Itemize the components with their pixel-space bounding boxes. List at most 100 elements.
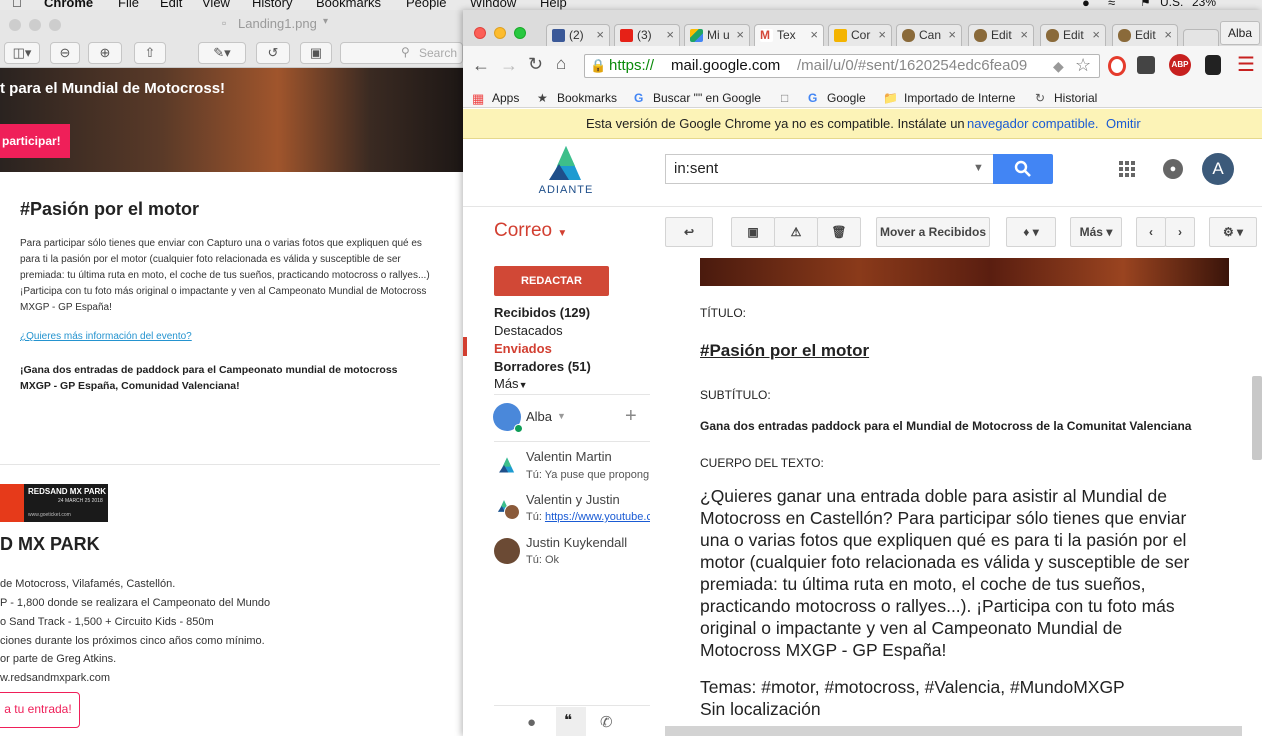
menu-view[interactable]: View (202, 0, 230, 10)
adiante-logo[interactable]: ADIANTE (535, 144, 597, 196)
tab-edit-1[interactable]: Edit × (968, 24, 1034, 46)
close-tab-icon[interactable]: × (810, 25, 818, 45)
skype-icon[interactable]: ● (1082, 0, 1090, 10)
get-ticket-button[interactable]: a tu entrada! (0, 692, 80, 728)
new-conversation-plus-icon[interactable]: + (625, 405, 637, 428)
sidebar-toggle-button[interactable]: ◫▾ (4, 42, 40, 64)
translate-icon[interactable]: ◆ (1053, 55, 1064, 77)
title-chevron-icon[interactable]: ▾ (323, 16, 328, 27)
close-tab-icon[interactable]: × (596, 25, 604, 45)
nav-inbox[interactable]: Recibidos (129) (494, 305, 590, 320)
banner-participate-button[interactable]: participar! (0, 124, 70, 158)
move-to-inbox-button[interactable]: Mover a Recibidos (876, 217, 990, 247)
close-tab-icon[interactable]: × (948, 25, 956, 45)
contacts-person-icon[interactable]: ● (527, 714, 536, 731)
tab-slides[interactable]: Cor × (828, 24, 892, 46)
status-chevron-icon[interactable]: ▼ (557, 411, 566, 421)
address-bar[interactable]: 🔒 https:// mail.google.com /mail/u/0/#se… (584, 54, 1100, 78)
close-tab-icon[interactable]: × (1164, 25, 1172, 45)
tab-gmail-active[interactable]: M Tex × (754, 24, 824, 46)
labels-button[interactable]: ♦ ▾ (1006, 217, 1056, 247)
new-tab-button[interactable] (1183, 29, 1219, 46)
minimize-window-button[interactable] (494, 27, 506, 39)
youtube-link[interactable]: https://www.youtube.c (545, 511, 650, 523)
close-tab-icon[interactable]: × (736, 25, 744, 45)
tab-facebook[interactable]: (2) × (546, 24, 610, 46)
toolbox-button[interactable]: ▣ (300, 42, 332, 64)
horizontal-scrollbar[interactable] (665, 726, 1242, 736)
bookmark-search-google[interactable]: Buscar "" en Google (653, 91, 761, 105)
google-apps-grid-icon[interactable] (1119, 161, 1135, 177)
hangouts-user-name[interactable]: Alba (526, 409, 552, 424)
menu-people[interactable]: People (406, 0, 446, 10)
older-button[interactable]: › (1165, 217, 1195, 247)
menu-bookmarks[interactable]: Bookmarks (316, 0, 381, 10)
tab-edit-3[interactable]: Edit × (1112, 24, 1178, 46)
bookmark-apps[interactable]: Apps (492, 91, 519, 105)
archive-button[interactable]: ▣ (731, 217, 775, 247)
zoom-out-button[interactable]: ⊖ (50, 42, 80, 64)
delete-button[interactable]: 🗑 (817, 217, 861, 247)
more-actions-button[interactable]: Más ▾ (1070, 217, 1122, 247)
bookmark-imported-folder[interactable]: Importado de Interne (904, 91, 1015, 105)
menu-file[interactable]: File (118, 0, 139, 10)
tab-youtube[interactable]: (3) × (614, 24, 680, 46)
infobar-compatible-link[interactable]: navegador compatible. (967, 116, 1099, 131)
infobar-dismiss-link[interactable]: Omitir (1106, 116, 1141, 131)
hangouts-tab-active[interactable]: ❝ (556, 707, 586, 736)
report-spam-button[interactable]: ⚠ (774, 217, 818, 247)
back-icon[interactable]: ← (472, 55, 490, 76)
menu-help[interactable]: Help (540, 0, 567, 10)
markup-button[interactable]: ✎▾ (198, 42, 246, 64)
apple-icon[interactable]:  (12, 0, 22, 10)
account-avatar[interactable]: A (1202, 153, 1234, 185)
close-tab-icon[interactable]: × (666, 25, 674, 45)
opera-extension-icon[interactable] (1108, 56, 1126, 76)
close-tab-icon[interactable]: × (1092, 25, 1100, 45)
more-info-link[interactable]: ¿Quieres más información del evento? (20, 331, 192, 342)
tab-edit-2[interactable]: Edit × (1040, 24, 1106, 46)
tab-capturo[interactable]: Can × (896, 24, 962, 46)
owl-extension-icon[interactable] (1205, 55, 1221, 75)
menu-history[interactable]: History (252, 0, 292, 10)
mail-app-switcher[interactable]: Correo ▼ (494, 220, 567, 242)
minimize-window-button[interactable] (29, 19, 41, 31)
search-options-chevron-icon[interactable]: ▼ (973, 162, 984, 174)
menu-window[interactable]: Window (470, 0, 516, 10)
zoom-window-button[interactable] (514, 27, 526, 39)
nav-sent[interactable]: Enviados (494, 341, 552, 356)
compose-button[interactable]: REDACTAR (494, 266, 609, 296)
phone-icon[interactable]: ✆ (600, 713, 613, 731)
close-window-button[interactable] (9, 19, 21, 31)
nav-more[interactable]: Más▼ (494, 376, 527, 391)
reload-icon[interactable]: ↻ (528, 54, 543, 75)
preview-search-field[interactable]: ⚲ Search (340, 42, 463, 64)
mail-search-input[interactable]: in:sent ▼ (665, 154, 993, 184)
adblock-plus-icon[interactable]: ABP (1169, 54, 1191, 76)
profile-button[interactable]: Alba (1220, 21, 1260, 45)
battery-percentage[interactable]: 23% (1192, 0, 1216, 9)
share-button[interactable]: ⇧ (134, 42, 166, 64)
nav-starred[interactable]: Destacados (494, 323, 563, 338)
wifi-icon[interactable]: ≈ (1108, 0, 1115, 10)
zoom-in-button[interactable]: ⊕ (88, 42, 122, 64)
bookmark-bookmarks[interactable]: Bookmarks (557, 91, 617, 105)
close-tab-icon[interactable]: × (878, 25, 886, 45)
chrome-menu-icon[interactable]: ☰ (1237, 52, 1255, 77)
home-icon[interactable]: ⌂ (556, 54, 566, 74)
close-window-button[interactable] (474, 27, 486, 39)
extension-icon[interactable] (1137, 56, 1155, 74)
zoom-window-button[interactable] (49, 19, 61, 31)
menu-app-name[interactable]: Chrome (44, 0, 93, 10)
bookmark-star-icon[interactable]: ☆ (1075, 54, 1091, 76)
close-tab-icon[interactable]: × (1020, 25, 1028, 45)
menu-edit[interactable]: Edit (160, 0, 182, 10)
back-to-list-button[interactable]: ↩ (665, 217, 713, 247)
bookmark-google[interactable]: Google (827, 91, 866, 105)
settings-button[interactable]: ⚙ ▾ (1209, 217, 1257, 247)
newer-button[interactable]: ‹ (1136, 217, 1166, 247)
rotate-button[interactable]: ↺ (256, 42, 290, 64)
bookmark-history[interactable]: Historial (1054, 91, 1097, 105)
forward-icon[interactable]: → (500, 55, 518, 76)
search-button[interactable] (993, 154, 1053, 184)
